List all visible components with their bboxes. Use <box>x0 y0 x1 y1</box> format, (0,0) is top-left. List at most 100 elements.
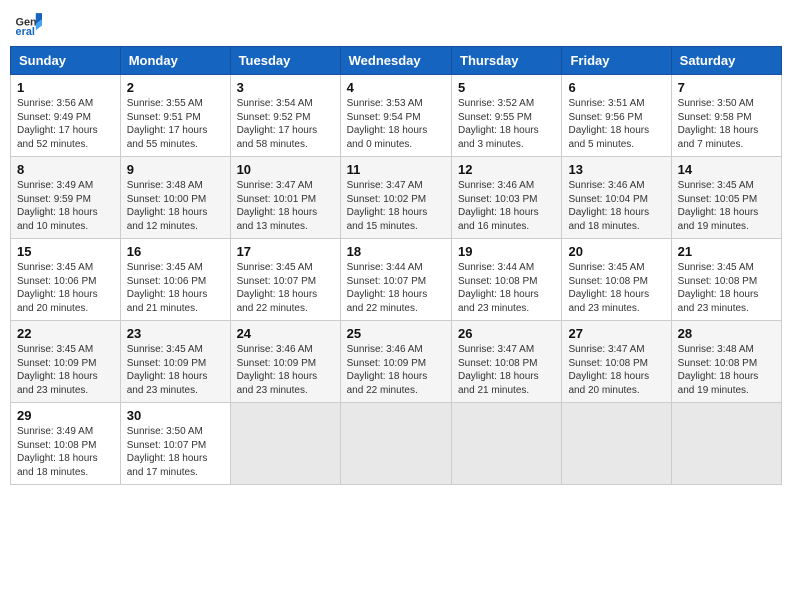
day-info: Sunrise: 3:47 AM Sunset: 10:08 PM Daylig… <box>458 343 555 397</box>
calendar-cell: 15 Sunrise: 3:45 AM Sunset: 10:06 PM Dayl… <box>11 239 121 321</box>
logo: Gen eral <box>14 10 46 38</box>
week-row-3: 15 Sunrise: 3:45 AM Sunset: 10:06 PM Dayl… <box>11 239 782 321</box>
day-number: 24 <box>237 326 334 341</box>
day-info: Sunrise: 3:45 AM Sunset: 10:09 PM Daylig… <box>127 343 224 397</box>
calendar-cell: 20 Sunrise: 3:45 AM Sunset: 10:08 PM Dayl… <box>562 239 671 321</box>
day-number: 18 <box>347 244 445 259</box>
calendar-cell: 26Sunrise: 3:47 AM Sunset: 10:08 PM Dayl… <box>452 321 562 403</box>
calendar-table: SundayMondayTuesdayWednesdayThursdayFrid… <box>10 46 782 485</box>
day-number: 21 <box>678 244 775 259</box>
day-number: 16 <box>127 244 224 259</box>
day-number: 30 <box>127 408 224 423</box>
day-info: Sunrise: 3:46 AM Sunset: 10:03 PM Daylig… <box>458 179 555 233</box>
day-number: 1 <box>17 80 114 95</box>
calendar-cell <box>340 403 451 485</box>
day-number: 7 <box>678 80 775 95</box>
day-info: Sunrise: 3:54 AM Sunset: 9:52 PM Dayligh… <box>237 97 334 151</box>
calendar-cell: 5 Sunrise: 3:52 AM Sunset: 9:55 PM Daylig… <box>452 75 562 157</box>
calendar-cell: 14 Sunrise: 3:45 AM Sunset: 10:05 PM Dayl… <box>671 157 781 239</box>
day-info: Sunrise: 3:45 AM Sunset: 10:09 PM Daylig… <box>17 343 114 397</box>
day-number: 11 <box>347 162 445 177</box>
calendar-cell: 21 Sunrise: 3:45 AM Sunset: 10:08 PM Dayl… <box>671 239 781 321</box>
day-number: 29 <box>17 408 114 423</box>
calendar-cell: 10 Sunrise: 3:47 AM Sunset: 10:01 PM Dayl… <box>230 157 340 239</box>
day-info: Sunrise: 3:53 AM Sunset: 9:54 PM Dayligh… <box>347 97 445 151</box>
calendar-cell <box>452 403 562 485</box>
day-number: 5 <box>458 80 555 95</box>
day-info: Sunrise: 3:46 AM Sunset: 10:09 PM Daylig… <box>347 343 445 397</box>
day-number: 25 <box>347 326 445 341</box>
calendar-cell: 19Sunrise: 3:44 AM Sunset: 10:08 PM Dayl… <box>452 239 562 321</box>
calendar-cell: 29 Sunrise: 3:49 AM Sunset: 10:08 PM Dayl… <box>11 403 121 485</box>
day-number: 4 <box>347 80 445 95</box>
day-info: Sunrise: 3:49 AM Sunset: 10:08 PM Daylig… <box>17 425 114 479</box>
calendar-cell: 7 Sunrise: 3:50 AM Sunset: 9:58 PM Daylig… <box>671 75 781 157</box>
day-info: Sunrise: 3:44 AM Sunset: 10:07 PM Daylig… <box>347 261 445 315</box>
calendar-cell: 17 Sunrise: 3:45 AM Sunset: 10:07 PM Dayl… <box>230 239 340 321</box>
week-row-5: 29 Sunrise: 3:49 AM Sunset: 10:08 PM Dayl… <box>11 403 782 485</box>
calendar-cell: 2 Sunrise: 3:55 AM Sunset: 9:51 PM Daylig… <box>120 75 230 157</box>
day-header-thursday: Thursday <box>452 47 562 75</box>
day-info: Sunrise: 3:45 AM Sunset: 10:08 PM Daylig… <box>568 261 664 315</box>
day-number: 23 <box>127 326 224 341</box>
calendar-cell: 28Sunrise: 3:48 AM Sunset: 10:08 PM Dayl… <box>671 321 781 403</box>
day-number: 27 <box>568 326 664 341</box>
day-number: 10 <box>237 162 334 177</box>
day-number: 12 <box>458 162 555 177</box>
day-header-wednesday: Wednesday <box>340 47 451 75</box>
day-header-sunday: Sunday <box>11 47 121 75</box>
calendar-cell: 9 Sunrise: 3:48 AM Sunset: 10:00 PM Dayli… <box>120 157 230 239</box>
day-info: Sunrise: 3:45 AM Sunset: 10:08 PM Daylig… <box>678 261 775 315</box>
day-header-monday: Monday <box>120 47 230 75</box>
day-info: Sunrise: 3:48 AM Sunset: 10:08 PM Daylig… <box>678 343 775 397</box>
day-header-friday: Friday <box>562 47 671 75</box>
calendar-cell: 11Sunrise: 3:47 AM Sunset: 10:02 PM Dayl… <box>340 157 451 239</box>
day-number: 22 <box>17 326 114 341</box>
day-info: Sunrise: 3:45 AM Sunset: 10:07 PM Daylig… <box>237 261 334 315</box>
calendar-cell: 3Sunrise: 3:54 AM Sunset: 9:52 PM Daylig… <box>230 75 340 157</box>
calendar-cell: 4 Sunrise: 3:53 AM Sunset: 9:54 PM Daylig… <box>340 75 451 157</box>
day-number: 20 <box>568 244 664 259</box>
week-row-1: 1 Sunrise: 3:56 AM Sunset: 9:49 PM Daylig… <box>11 75 782 157</box>
day-info: Sunrise: 3:49 AM Sunset: 9:59 PM Dayligh… <box>17 179 114 233</box>
day-number: 8 <box>17 162 114 177</box>
day-number: 17 <box>237 244 334 259</box>
day-info: Sunrise: 3:55 AM Sunset: 9:51 PM Dayligh… <box>127 97 224 151</box>
day-number: 2 <box>127 80 224 95</box>
calendar-cell: 6Sunrise: 3:51 AM Sunset: 9:56 PM Daylig… <box>562 75 671 157</box>
calendar-cell <box>562 403 671 485</box>
day-info: Sunrise: 3:45 AM Sunset: 10:05 PM Daylig… <box>678 179 775 233</box>
day-info: Sunrise: 3:48 AM Sunset: 10:00 PM Daylig… <box>127 179 224 233</box>
calendar-cell <box>230 403 340 485</box>
day-info: Sunrise: 3:46 AM Sunset: 10:04 PM Daylig… <box>568 179 664 233</box>
calendar-cell: 18 Sunrise: 3:44 AM Sunset: 10:07 PM Dayl… <box>340 239 451 321</box>
day-info: Sunrise: 3:47 AM Sunset: 10:08 PM Daylig… <box>568 343 664 397</box>
calendar-cell <box>671 403 781 485</box>
calendar-cell: 27 Sunrise: 3:47 AM Sunset: 10:08 PM Dayl… <box>562 321 671 403</box>
day-info: Sunrise: 3:47 AM Sunset: 10:01 PM Daylig… <box>237 179 334 233</box>
calendar-cell: 8 Sunrise: 3:49 AM Sunset: 9:59 PM Daylig… <box>11 157 121 239</box>
calendar-cell: 24 Sunrise: 3:46 AM Sunset: 10:09 PM Dayl… <box>230 321 340 403</box>
calendar-cell: 23 Sunrise: 3:45 AM Sunset: 10:09 PM Dayl… <box>120 321 230 403</box>
day-number: 9 <box>127 162 224 177</box>
day-info: Sunrise: 3:56 AM Sunset: 9:49 PM Dayligh… <box>17 97 114 151</box>
day-number: 15 <box>17 244 114 259</box>
day-number: 13 <box>568 162 664 177</box>
calendar-cell: 1 Sunrise: 3:56 AM Sunset: 9:49 PM Daylig… <box>11 75 121 157</box>
day-info: Sunrise: 3:46 AM Sunset: 10:09 PM Daylig… <box>237 343 334 397</box>
day-number: 14 <box>678 162 775 177</box>
week-row-2: 8 Sunrise: 3:49 AM Sunset: 9:59 PM Daylig… <box>11 157 782 239</box>
calendar-cell: 13 Sunrise: 3:46 AM Sunset: 10:04 PM Dayl… <box>562 157 671 239</box>
day-number: 19 <box>458 244 555 259</box>
day-info: Sunrise: 3:50 AM Sunset: 9:58 PM Dayligh… <box>678 97 775 151</box>
day-info: Sunrise: 3:45 AM Sunset: 10:06 PM Daylig… <box>17 261 114 315</box>
day-info: Sunrise: 3:45 AM Sunset: 10:06 PM Daylig… <box>127 261 224 315</box>
day-header-tuesday: Tuesday <box>230 47 340 75</box>
page-header: Gen eral <box>10 10 782 38</box>
day-header-saturday: Saturday <box>671 47 781 75</box>
svg-text:eral: eral <box>16 26 35 38</box>
day-number: 6 <box>568 80 664 95</box>
calendar-cell: 22 Sunrise: 3:45 AM Sunset: 10:09 PM Dayl… <box>11 321 121 403</box>
logo-icon: Gen eral <box>14 10 42 38</box>
day-info: Sunrise: 3:52 AM Sunset: 9:55 PM Dayligh… <box>458 97 555 151</box>
